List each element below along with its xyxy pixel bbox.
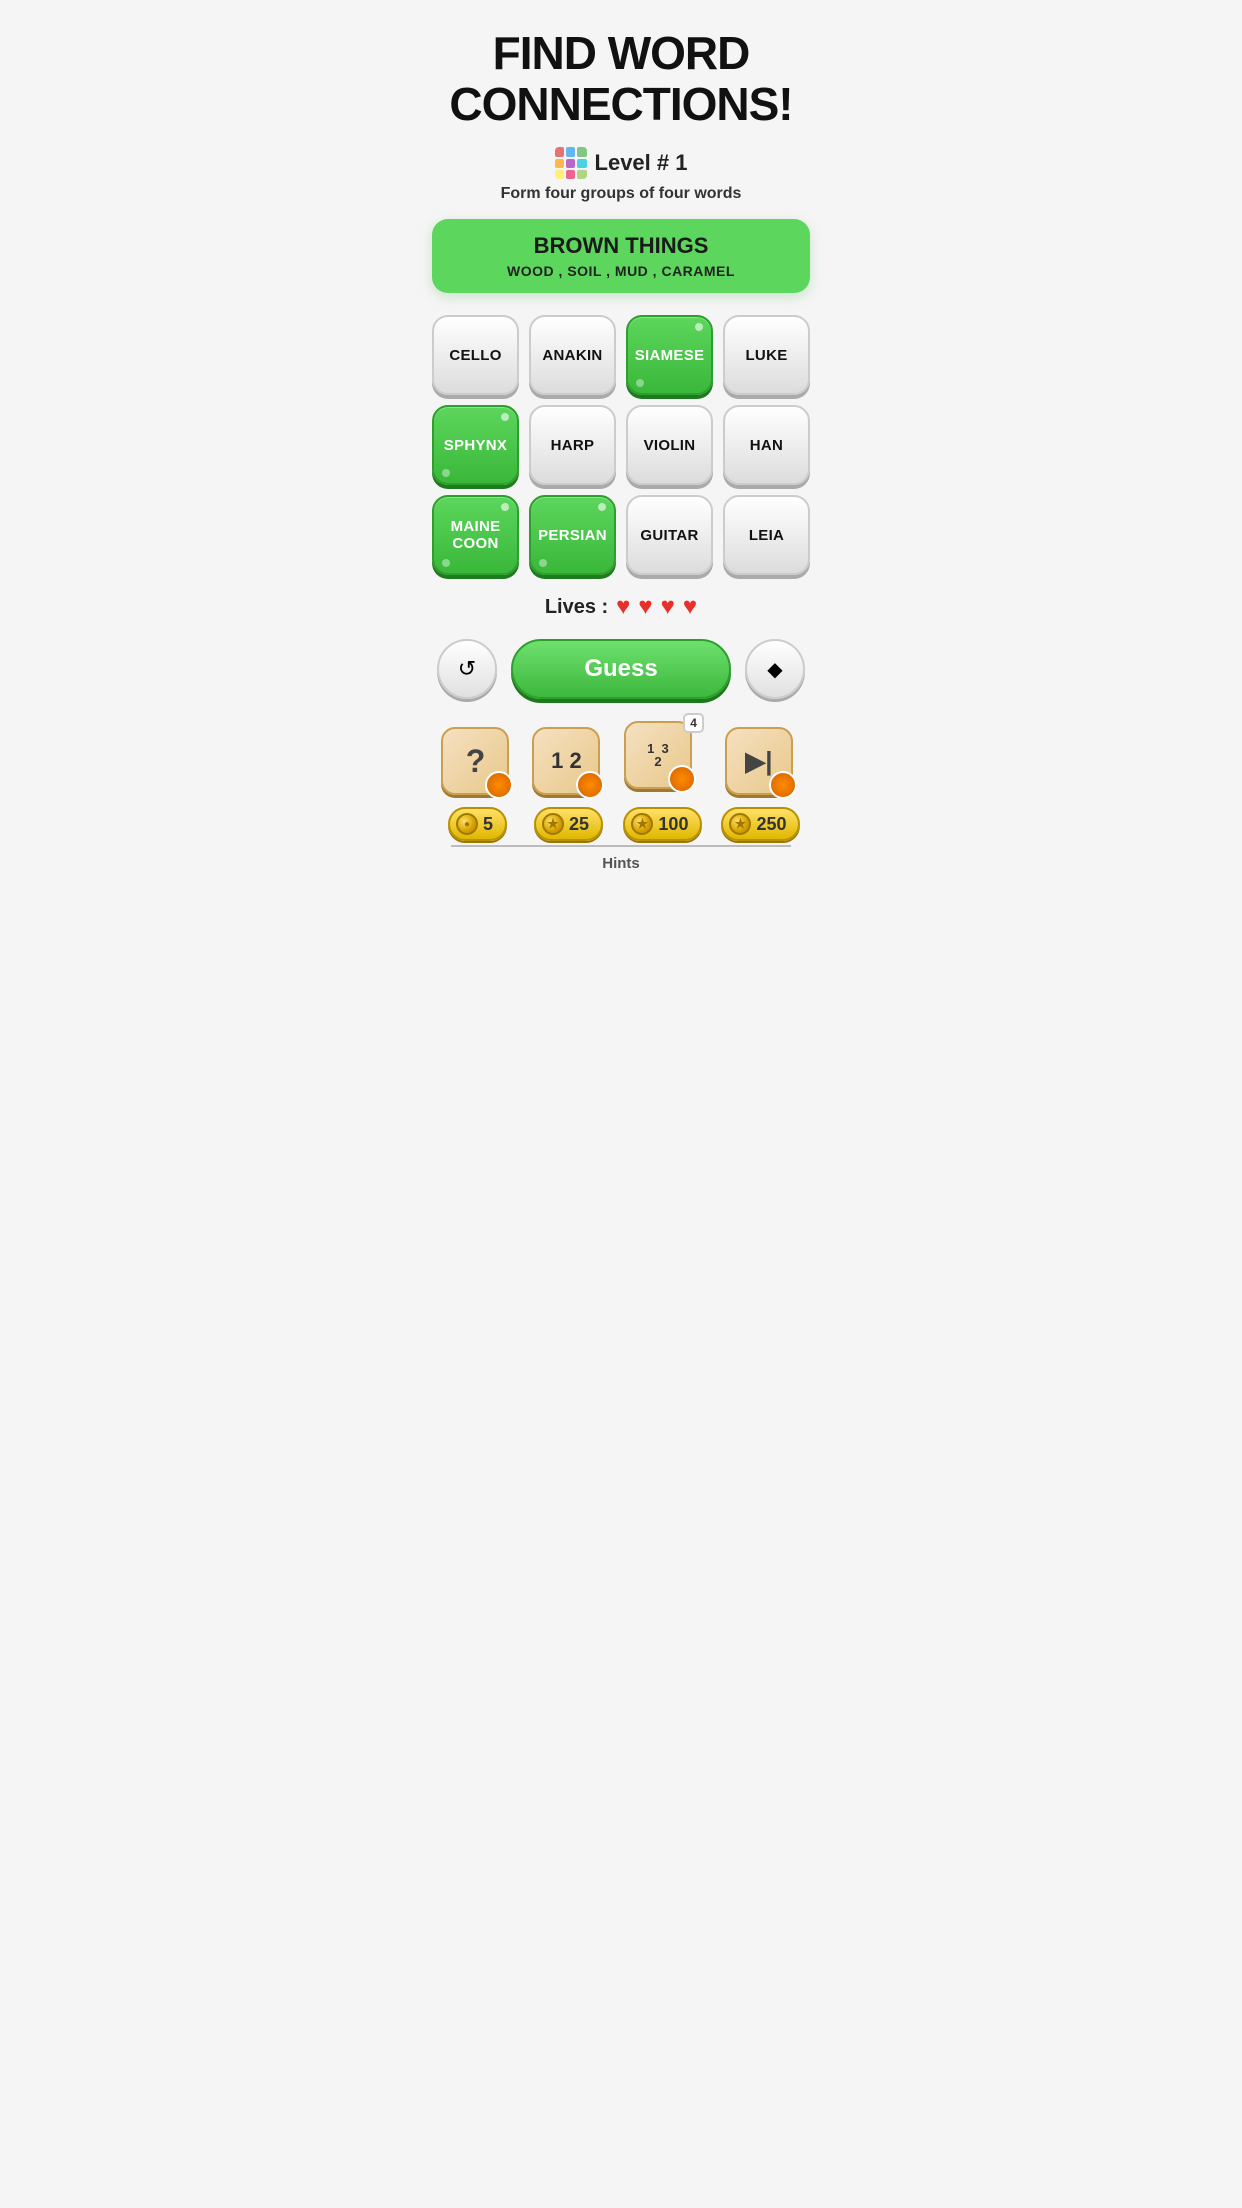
coin-icon-3: ★ [729,813,751,835]
word-grid: CELLOANAKINSIAMESELUKE SPHYNXHARPVIOLINHA… [432,315,810,575]
hint-skip[interactable]: ▶| ★ 250 [721,727,800,841]
word-tile-6[interactable]: VIOLIN [626,405,713,485]
word-tile-11[interactable]: LEIA [723,495,810,575]
coin-icon-2: ★ [631,813,653,835]
hint-order[interactable]: 1 3 2 4 ★ 100 [623,721,702,841]
hint-cost-1: ★ 25 [534,807,603,841]
word-tile-9[interactable]: PERSIAN [529,495,616,575]
level-icon [555,147,587,179]
word-tile-10[interactable]: GUITAR [626,495,713,575]
erase-button[interactable]: ◆ [745,639,805,699]
word-tile-0[interactable]: CELLO [432,315,519,395]
hint-cost-0: ● 5 [448,807,507,841]
shuffle-icon: ↺ [458,656,476,682]
word-tile-8[interactable]: MAINE COON [432,495,519,575]
heart-2: ♥ [638,593,652,621]
level-label: Level # 1 [595,150,688,176]
category-words: WOOD , SOIL , MUD , CARAMEL [452,263,790,279]
erase-icon: ◆ [767,657,782,682]
word-tile-7[interactable]: HAN [723,405,810,485]
subtitle: Form four groups of four words [501,185,742,203]
hints-label: Hints [602,855,640,872]
hint-reveal[interactable]: ? ● 5 [441,727,513,841]
word-tile-2[interactable]: SIAMESE [626,315,713,395]
word-tile-5[interactable]: HARP [529,405,616,485]
category-title: BROWN THINGS [452,233,790,259]
heart-1: ♥ [616,593,630,621]
guess-button[interactable]: Guess [511,639,731,699]
hint-cost-2: ★ 100 [623,807,702,841]
shuffle-button[interactable]: ↺ [437,639,497,699]
heart-3: ♥ [661,593,675,621]
controls-row: ↺ Guess ◆ [432,639,810,699]
category-banner: BROWN THINGS WOOD , SOIL , MUD , CARAMEL [432,219,810,293]
word-tile-4[interactable]: SPHYNX [432,405,519,485]
level-row: Level # 1 [555,147,688,179]
word-tile-1[interactable]: ANAKIN [529,315,616,395]
hint-count[interactable]: 1 2 ★ 25 [532,727,604,841]
coin-icon-0: ● [456,813,478,835]
coin-icon-1: ★ [542,813,564,835]
hints-divider [451,845,791,847]
heart-4: ♥ [683,593,697,621]
game-screen: FIND WORD CONNECTIONS! Level # 1 Form fo… [414,0,828,888]
page-title: FIND WORD CONNECTIONS! [449,28,792,129]
lives-label: Lives : [545,596,608,619]
hint-cost-3: ★ 250 [721,807,800,841]
hints-row: ? ● 5 1 2 ★ [432,721,810,841]
word-tile-3[interactable]: LUKE [723,315,810,395]
lives-row: Lives : ♥ ♥ ♥ ♥ [545,593,697,621]
guess-label: Guess [584,655,657,683]
